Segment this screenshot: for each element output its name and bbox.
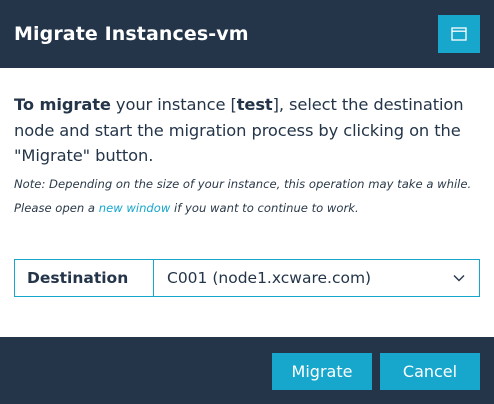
destination-selected-value: C001 (node1.xcware.com) — [167, 269, 372, 287]
dialog-titlebar: Migrate Instances-vm — [0, 0, 494, 68]
migrate-dialog: Migrate Instances-vm To migrate your ins… — [0, 0, 494, 404]
chevron-down-icon — [453, 275, 465, 282]
note-text: Note: Depending on the size of your inst… — [14, 172, 484, 220]
instance-name: test — [236, 95, 273, 114]
destination-select[interactable]: C001 (node1.xcware.com) — [154, 260, 479, 296]
maximize-button[interactable] — [438, 15, 480, 53]
destination-label: Destination — [15, 260, 154, 296]
destination-row: Destination C001 (node1.xcware.com) — [14, 259, 480, 297]
intro-text: To migrate your instance [test], select … — [14, 92, 484, 169]
dialog-content: To migrate your instance [test], select … — [14, 92, 484, 220]
note-part-2: if you want to continue to work. — [170, 200, 359, 215]
migrate-button[interactable]: Migrate — [272, 353, 372, 390]
dialog-title: Migrate Instances-vm — [14, 23, 249, 45]
dialog-footer: Migrate Cancel — [0, 337, 494, 404]
window-maximize-icon — [451, 27, 467, 41]
new-window-link[interactable]: new window — [99, 201, 171, 215]
intro-part-1: your instance [ — [110, 95, 237, 114]
intro-bold: To migrate — [14, 95, 111, 114]
cancel-button[interactable]: Cancel — [380, 353, 480, 390]
